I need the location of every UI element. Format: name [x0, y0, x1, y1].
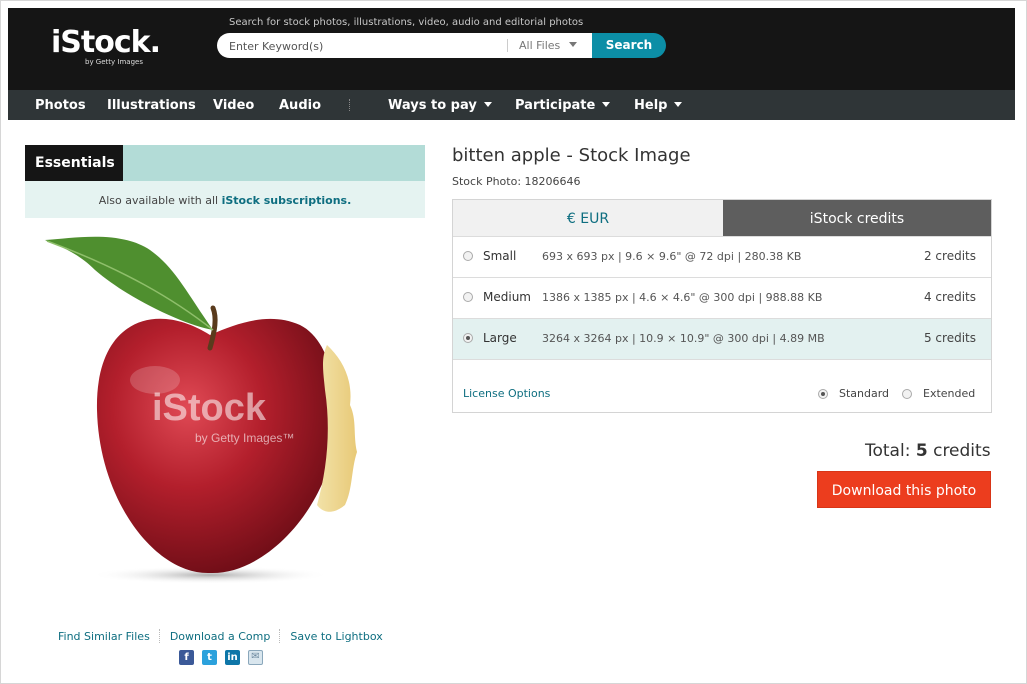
availability-note: Also available with all iStock subscript…	[25, 181, 425, 218]
nav-help[interactable]: Help	[634, 98, 683, 113]
license-standard-label[interactable]: Standard	[839, 387, 889, 400]
istock-logo[interactable]: iStock. by Getty Images	[51, 25, 161, 67]
total-label: Total:	[865, 441, 911, 461]
pricing-panel: € EUR iStock credits Small 693 x 693 px …	[452, 199, 992, 413]
main-nav: Photos Illustrations Video Audio Ways to…	[8, 90, 1015, 120]
file-type-value: All Files	[519, 39, 561, 52]
license-row: License Options Standard Extended	[453, 359, 991, 413]
page-title: bitten apple - Stock Image	[452, 145, 691, 166]
nav-divider	[349, 99, 351, 111]
facebook-icon[interactable]: f	[179, 650, 194, 665]
chevron-down-icon	[602, 102, 611, 107]
download-photo-button[interactable]: Download this photo	[817, 471, 991, 508]
essentials-bar: Essentials	[25, 145, 425, 181]
watermark-subtext: by Getty Images™	[195, 431, 294, 445]
search-input[interactable]	[227, 33, 501, 60]
total-value: 5	[915, 441, 928, 461]
save-lightbox-link[interactable]: Save to Lightbox	[290, 630, 382, 643]
nav-photos[interactable]: Photos	[35, 98, 86, 113]
search-box: All Files	[217, 33, 592, 60]
size-radio-small[interactable]	[463, 251, 473, 261]
find-similar-link[interactable]: Find Similar Files	[58, 630, 150, 643]
size-spec: 1386 x 1385 px | 4.6 × 4.6" @ 300 dpi | …	[542, 291, 823, 304]
nav-ways-to-pay[interactable]: Ways to pay	[388, 98, 492, 113]
nav-participate-label: Participate	[515, 98, 596, 113]
nav-video[interactable]: Video	[213, 98, 254, 113]
apple-preview-image[interactable]: iStock by Getty Images™	[35, 230, 375, 590]
size-spec: 3264 x 3264 px | 10.9 × 10.9" @ 300 dpi …	[542, 332, 825, 345]
license-radio-standard[interactable]	[818, 389, 828, 399]
tab-istock-credits[interactable]: iStock credits	[723, 200, 991, 236]
tab-eur[interactable]: € EUR	[453, 200, 723, 236]
size-name: Medium	[483, 290, 531, 304]
size-radio-medium[interactable]	[463, 292, 473, 302]
nav-ways-to-pay-label: Ways to pay	[388, 98, 477, 113]
nav-illustrations[interactable]: Illustrations	[107, 98, 196, 113]
nav-participate[interactable]: Participate	[515, 98, 611, 113]
chevron-down-icon	[569, 42, 578, 47]
size-radio-large[interactable]	[463, 333, 473, 343]
stock-photo-id: Stock Photo: 18206646	[452, 175, 581, 188]
license-options-link[interactable]: License Options	[463, 387, 550, 400]
essentials-badge: Essentials	[25, 145, 123, 181]
size-name: Large	[483, 331, 517, 345]
license-extended-label[interactable]: Extended	[923, 387, 975, 400]
size-name: Small	[483, 249, 517, 263]
logo-text: iStock.	[51, 25, 161, 60]
search-divider	[507, 39, 508, 52]
image-actions: Find Similar Files Download a Comp Save to…	[58, 629, 383, 643]
total-unit: credits	[933, 441, 991, 461]
size-option-large[interactable]: Large 3264 x 3264 px | 10.9 × 10.9" @ 30…	[453, 318, 991, 359]
link-divider	[158, 629, 161, 643]
apple-body	[96, 318, 337, 574]
search-caption: Search for stock photos, illustrations, …	[229, 17, 584, 28]
nav-help-label: Help	[634, 98, 668, 113]
chevron-down-icon	[483, 102, 492, 107]
file-type-dropdown[interactable]: All Files	[519, 39, 578, 52]
availability-text: Also available with all	[98, 194, 219, 207]
size-credits: 5 credits	[923, 331, 976, 345]
size-credits: 4 credits	[923, 290, 976, 304]
top-bar: iStock. by Getty Images Search for stock…	[8, 8, 1015, 90]
link-divider	[279, 629, 281, 643]
size-credits: 2 credits	[923, 249, 976, 263]
watermark-text: iStock	[152, 387, 267, 429]
search-button[interactable]: Search	[592, 33, 666, 58]
email-icon[interactable]: ✉	[248, 650, 263, 665]
subscriptions-link[interactable]: iStock subscriptions.	[222, 194, 352, 207]
twitter-icon[interactable]: t	[202, 650, 217, 665]
total-price: Total: 5 credits	[865, 441, 991, 461]
size-option-small[interactable]: Small 693 x 693 px | 9.6 × 9.6" @ 72 dpi…	[453, 236, 991, 277]
logo-subtext: by Getty Images	[85, 58, 143, 66]
nav-audio[interactable]: Audio	[279, 98, 321, 113]
license-radio-extended[interactable]	[902, 389, 912, 399]
size-spec: 693 x 693 px | 9.6 × 9.6" @ 72 dpi | 280…	[542, 250, 802, 263]
linkedin-icon[interactable]: in	[225, 650, 240, 665]
download-comp-link[interactable]: Download a Comp	[170, 630, 271, 643]
chevron-down-icon	[674, 102, 683, 107]
size-option-medium[interactable]: Medium 1386 x 1385 px | 4.6 × 4.6" @ 300…	[453, 277, 991, 318]
